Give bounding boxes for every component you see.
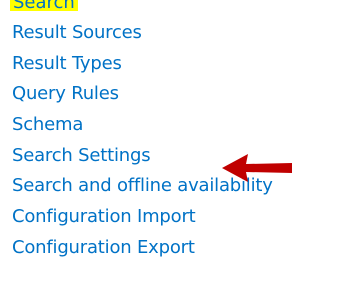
list-item: Configuration Export [12,233,273,264]
list-item: Query Rules [12,79,273,110]
list-item: Schema [12,110,273,141]
query-rules-link[interactable]: Query Rules [12,83,119,104]
search-section-header: Search [10,0,78,11]
site-settings-search-section: Search Result Sources Result Types Query… [0,0,349,282]
configuration-export-link[interactable]: Configuration Export [12,237,195,258]
list-item: Result Types [12,49,273,80]
search-settings-link-list: Result Sources Result Types Query Rules … [12,18,273,264]
red-left-arrow-icon [222,154,292,182]
result-sources-link[interactable]: Result Sources [12,22,142,43]
list-item: Configuration Import [12,202,273,233]
list-item: Result Sources [12,18,273,49]
search-settings-link[interactable]: Search Settings [12,145,151,166]
result-types-link[interactable]: Result Types [12,53,122,74]
configuration-import-link[interactable]: Configuration Import [12,206,196,227]
schema-link[interactable]: Schema [12,114,83,135]
